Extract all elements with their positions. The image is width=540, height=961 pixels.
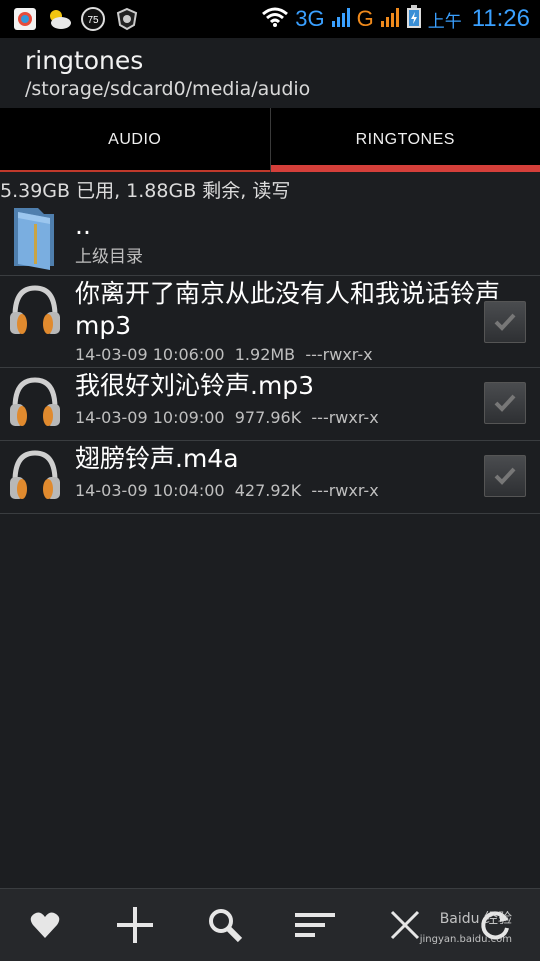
file-date: 14-03-09 10:06:00: [75, 345, 225, 364]
file-size: 977.96K: [235, 408, 301, 427]
file-perms: ---rwxr-x: [311, 408, 378, 427]
file-date: 14-03-09 10:09:00: [75, 408, 225, 427]
shield-icon: [114, 6, 140, 32]
add-button[interactable]: [105, 895, 165, 955]
plus-icon: [116, 906, 154, 944]
close-button[interactable]: [375, 895, 435, 955]
watermark-text: Baidu 经验: [440, 908, 512, 928]
battery-charging-icon: [406, 5, 422, 33]
ampm-label: 上午: [428, 7, 462, 32]
clock: 11:26: [472, 5, 530, 33]
close-icon: [389, 909, 421, 941]
file-meta: 14-03-09 10:09:00 977.96K ---rwxr-x: [75, 408, 379, 427]
select-checkbox[interactable]: [484, 382, 526, 424]
file-perms: ---rwxr-x: [311, 481, 378, 500]
select-checkbox[interactable]: [484, 455, 526, 497]
file-date: 14-03-09 10:04:00: [75, 481, 225, 500]
status-bar: 75 3G G 上午 11:26: [0, 0, 540, 38]
file-name: 你离开了南京从此没有人和我说话铃声mp3: [75, 278, 520, 342]
parent-dir-label: 上级目录: [75, 242, 143, 267]
network-g-label: G: [357, 6, 374, 32]
headphones-icon: [8, 376, 62, 436]
signal-icon-orange: [380, 6, 400, 32]
headphones-icon: [8, 449, 62, 509]
tab-audio[interactable]: AUDIO: [0, 108, 271, 172]
list-item-parent-dir[interactable]: .. 上级目录: [0, 200, 540, 276]
list-item[interactable]: 我很好刘沁铃声.mp3 14-03-09 10:09:00 977.96K --…: [0, 368, 540, 441]
file-name: 翅膀铃声.m4a: [75, 443, 239, 475]
sort-button[interactable]: [285, 895, 345, 955]
heart-icon: [30, 911, 60, 939]
file-perms: ---rwxr-x: [305, 345, 372, 364]
current-path: /storage/sdcard0/media/audio: [25, 78, 310, 100]
search-button[interactable]: [195, 895, 255, 955]
file-meta: 14-03-09 10:06:00 1.92MB ---rwxr-x: [75, 345, 373, 364]
list-item[interactable]: 你离开了南京从此没有人和我说话铃声mp3 14-03-09 10:06:00 1…: [0, 276, 540, 368]
signal-icon-blue: [331, 6, 351, 32]
wifi-icon: [261, 6, 289, 32]
tab-bar: AUDIO RINGTONES: [0, 108, 540, 172]
network-3g-label: 3G: [295, 6, 324, 32]
headphones-icon: [8, 284, 62, 344]
file-meta: 14-03-09 10:04:00 427.92K ---rwxr-x: [75, 481, 379, 500]
title-bar: ringtones /storage/sdcard0/media/audio: [0, 38, 540, 108]
search-icon: [207, 907, 243, 943]
watermark-url: jingyan.baidu.com: [420, 934, 512, 945]
tab-ringtones[interactable]: RINGTONES: [271, 108, 540, 172]
file-list: .. 上级目录 你离开了南京从此没有人和我说话铃声mp3 14-03-09 10…: [0, 200, 540, 514]
file-name: 我很好刘沁铃声.mp3: [75, 370, 314, 402]
page-title: ringtones: [25, 46, 143, 75]
folder-icon: [10, 204, 58, 276]
storage-info: 5.39GB 已用, 1.88GB 剩余, 读写: [0, 176, 290, 203]
check-icon: [493, 466, 517, 486]
file-size: 1.92MB: [235, 345, 295, 364]
check-icon: [493, 393, 517, 413]
check-icon: [493, 312, 517, 332]
weather-icon: [46, 6, 72, 32]
file-size: 427.92K: [235, 481, 301, 500]
favorite-button[interactable]: [15, 895, 75, 955]
battery-percent-badge: 75: [80, 6, 106, 32]
svg-text:75: 75: [87, 15, 99, 26]
select-checkbox[interactable]: [484, 301, 526, 343]
list-item[interactable]: 翅膀铃声.m4a 14-03-09 10:04:00 427.92K ---rw…: [0, 441, 540, 514]
sort-icon: [295, 910, 335, 940]
app-notification-icon: [12, 6, 38, 32]
parent-dir-name: ..: [75, 210, 91, 242]
